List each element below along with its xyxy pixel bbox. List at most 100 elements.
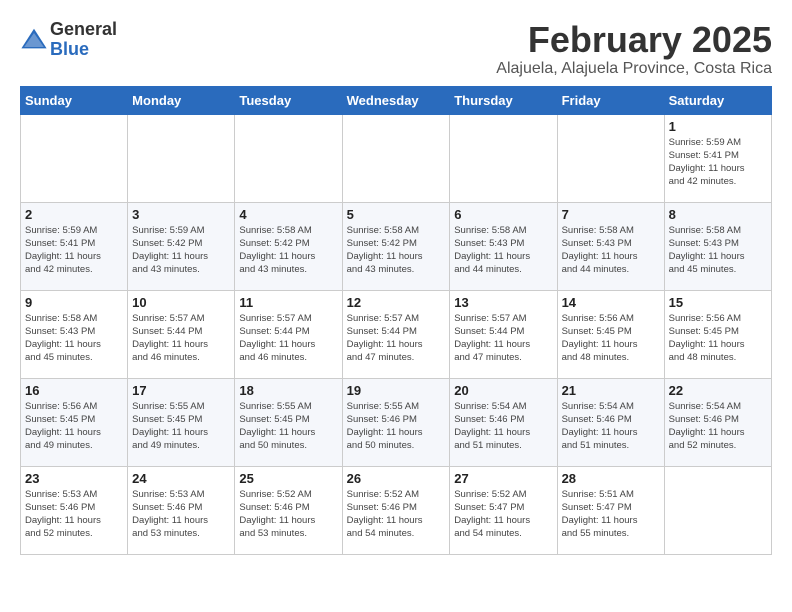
calendar: SundayMondayTuesdayWednesdayThursdayFrid… <box>20 86 772 555</box>
day-number: 22 <box>669 383 767 398</box>
day-info: Sunrise: 5:54 AM Sunset: 5:46 PM Dayligh… <box>669 400 767 453</box>
month-title: February 2025 <box>496 20 772 60</box>
day-cell <box>450 114 557 202</box>
day-number: 13 <box>454 295 552 310</box>
day-cell: 15Sunrise: 5:56 AM Sunset: 5:45 PM Dayli… <box>664 290 771 378</box>
day-number: 9 <box>25 295 123 310</box>
day-number: 17 <box>132 383 230 398</box>
day-number: 8 <box>669 207 767 222</box>
day-number: 14 <box>562 295 660 310</box>
day-number: 20 <box>454 383 552 398</box>
day-number: 16 <box>25 383 123 398</box>
day-cell: 25 Sunrise: 5:52 AM Sunset: 5:46 PM Dayli… <box>235 466 342 554</box>
day-number: 5 <box>347 207 446 222</box>
day-info: Sunrise: 5:56 AM Sunset: 5:45 PM Dayligh… <box>25 400 123 453</box>
day-cell: 17Sunrise: 5:55 AM Sunset: 5:45 PM Dayli… <box>128 378 235 466</box>
header: General Blue February 2025 Alajuela, Ala… <box>20 20 772 78</box>
day-cell <box>21 114 128 202</box>
day-info: Sunrise: 5:52 AM Sunset: 5:46 PM Dayligh… <box>239 488 337 541</box>
day-cell: 12Sunrise: 5:57 AM Sunset: 5:44 PM Dayli… <box>342 290 450 378</box>
day-cell: 19 Sunrise: 5:55 AM Sunset: 5:46 PM Dayli… <box>342 378 450 466</box>
weekday-tuesday: Tuesday <box>235 86 342 114</box>
week-row-3: 9 Sunrise: 5:58 AM Sunset: 5:43 PM Daylig… <box>21 290 772 378</box>
day-cell: 14 Sunrise: 5:56 AM Sunset: 5:45 PM Dayli… <box>557 290 664 378</box>
day-cell: 28 Sunrise: 5:51 AM Sunset: 5:47 PM Dayli… <box>557 466 664 554</box>
logo-blue-text: Blue <box>50 40 117 60</box>
day-cell: 21Sunrise: 5:54 AM Sunset: 5:46 PM Dayli… <box>557 378 664 466</box>
day-info: Sunrise: 5:57 AM Sunset: 5:44 PM Dayligh… <box>454 312 552 365</box>
day-number: 27 <box>454 471 552 486</box>
weekday-sunday: Sunday <box>21 86 128 114</box>
day-number: 4 <box>239 207 337 222</box>
day-info: Sunrise: 5:54 AM Sunset: 5:46 PM Dayligh… <box>454 400 552 453</box>
day-number: 23 <box>25 471 123 486</box>
day-cell: 9 Sunrise: 5:58 AM Sunset: 5:43 PM Daylig… <box>21 290 128 378</box>
logo-icon <box>20 26 48 54</box>
day-number: 1 <box>669 119 767 134</box>
weekday-wednesday: Wednesday <box>342 86 450 114</box>
day-number: 18 <box>239 383 337 398</box>
day-cell: 26Sunrise: 5:52 AM Sunset: 5:46 PM Dayli… <box>342 466 450 554</box>
day-info: Sunrise: 5:57 AM Sunset: 5:44 PM Dayligh… <box>347 312 446 365</box>
day-number: 24 <box>132 471 230 486</box>
day-cell: 23 Sunrise: 5:53 AM Sunset: 5:46 PM Dayli… <box>21 466 128 554</box>
day-info: Sunrise: 5:58 AM Sunset: 5:43 PM Dayligh… <box>669 224 767 277</box>
week-row-1: 1 Sunrise: 5:59 AM Sunset: 5:41 PM Daylig… <box>21 114 772 202</box>
day-number: 10 <box>132 295 230 310</box>
day-cell: 3 Sunrise: 5:59 AM Sunset: 5:42 PM Daylig… <box>128 202 235 290</box>
day-info: Sunrise: 5:53 AM Sunset: 5:46 PM Dayligh… <box>132 488 230 541</box>
weekday-header-row: SundayMondayTuesdayWednesdayThursdayFrid… <box>21 86 772 114</box>
day-info: Sunrise: 5:57 AM Sunset: 5:44 PM Dayligh… <box>239 312 337 365</box>
day-cell: 2Sunrise: 5:59 AM Sunset: 5:41 PM Daylig… <box>21 202 128 290</box>
day-info: Sunrise: 5:58 AM Sunset: 5:43 PM Dayligh… <box>562 224 660 277</box>
day-cell <box>235 114 342 202</box>
day-info: Sunrise: 5:59 AM Sunset: 5:42 PM Dayligh… <box>132 224 230 277</box>
day-cell <box>128 114 235 202</box>
page: General Blue February 2025 Alajuela, Ala… <box>0 0 792 565</box>
day-number: 25 <box>239 471 337 486</box>
day-cell: 4 Sunrise: 5:58 AM Sunset: 5:42 PM Daylig… <box>235 202 342 290</box>
day-cell <box>664 466 771 554</box>
logo-general-text: General <box>50 20 117 40</box>
day-info: Sunrise: 5:58 AM Sunset: 5:42 PM Dayligh… <box>239 224 337 277</box>
day-number: 6 <box>454 207 552 222</box>
day-info: Sunrise: 5:59 AM Sunset: 5:41 PM Dayligh… <box>669 136 767 189</box>
day-cell: 18 Sunrise: 5:55 AM Sunset: 5:45 PM Dayli… <box>235 378 342 466</box>
day-info: Sunrise: 5:52 AM Sunset: 5:46 PM Dayligh… <box>347 488 446 541</box>
day-cell <box>557 114 664 202</box>
day-cell: 6 Sunrise: 5:58 AM Sunset: 5:43 PM Daylig… <box>450 202 557 290</box>
day-info: Sunrise: 5:51 AM Sunset: 5:47 PM Dayligh… <box>562 488 660 541</box>
day-number: 7 <box>562 207 660 222</box>
day-cell: 7 Sunrise: 5:58 AM Sunset: 5:43 PM Daylig… <box>557 202 664 290</box>
weekday-thursday: Thursday <box>450 86 557 114</box>
day-info: Sunrise: 5:53 AM Sunset: 5:46 PM Dayligh… <box>25 488 123 541</box>
day-cell <box>342 114 450 202</box>
weekday-monday: Monday <box>128 86 235 114</box>
title-block: February 2025 Alajuela, Alajuela Provinc… <box>496 20 772 78</box>
day-number: 11 <box>239 295 337 310</box>
logo-text: General Blue <box>50 20 117 60</box>
day-cell: 22 Sunrise: 5:54 AM Sunset: 5:46 PM Dayli… <box>664 378 771 466</box>
day-info: Sunrise: 5:56 AM Sunset: 5:45 PM Dayligh… <box>669 312 767 365</box>
day-info: Sunrise: 5:56 AM Sunset: 5:45 PM Dayligh… <box>562 312 660 365</box>
location-title: Alajuela, Alajuela Province, Costa Rica <box>496 60 772 78</box>
day-info: Sunrise: 5:57 AM Sunset: 5:44 PM Dayligh… <box>132 312 230 365</box>
weekday-friday: Friday <box>557 86 664 114</box>
day-number: 28 <box>562 471 660 486</box>
day-cell: 24 Sunrise: 5:53 AM Sunset: 5:46 PM Dayli… <box>128 466 235 554</box>
day-info: Sunrise: 5:58 AM Sunset: 5:43 PM Dayligh… <box>25 312 123 365</box>
day-number: 19 <box>347 383 446 398</box>
day-info: Sunrise: 5:55 AM Sunset: 5:45 PM Dayligh… <box>239 400 337 453</box>
day-cell: 8 Sunrise: 5:58 AM Sunset: 5:43 PM Daylig… <box>664 202 771 290</box>
day-cell: 16 Sunrise: 5:56 AM Sunset: 5:45 PM Dayli… <box>21 378 128 466</box>
day-info: Sunrise: 5:58 AM Sunset: 5:42 PM Dayligh… <box>347 224 446 277</box>
day-info: Sunrise: 5:55 AM Sunset: 5:46 PM Dayligh… <box>347 400 446 453</box>
day-cell: 20 Sunrise: 5:54 AM Sunset: 5:46 PM Dayli… <box>450 378 557 466</box>
day-cell: 13 Sunrise: 5:57 AM Sunset: 5:44 PM Dayli… <box>450 290 557 378</box>
day-cell: 1 Sunrise: 5:59 AM Sunset: 5:41 PM Daylig… <box>664 114 771 202</box>
day-cell: 11 Sunrise: 5:57 AM Sunset: 5:44 PM Dayli… <box>235 290 342 378</box>
day-number: 21 <box>562 383 660 398</box>
day-number: 2 <box>25 207 123 222</box>
day-number: 3 <box>132 207 230 222</box>
day-info: Sunrise: 5:58 AM Sunset: 5:43 PM Dayligh… <box>454 224 552 277</box>
